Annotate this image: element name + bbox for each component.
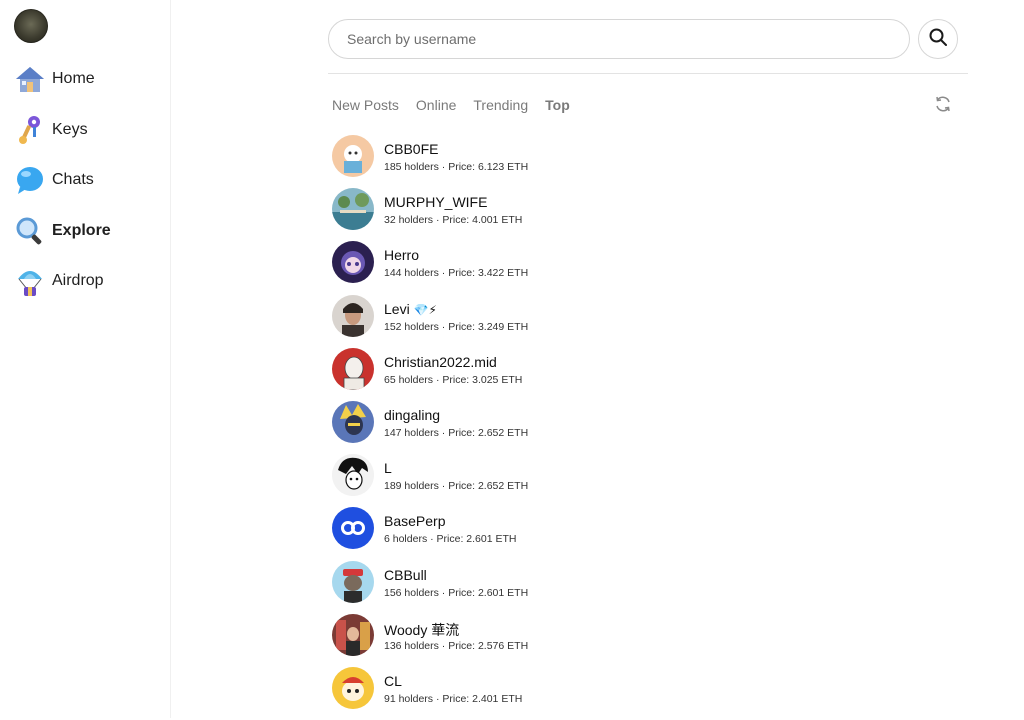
search-input[interactable] (328, 19, 910, 59)
username: CL (384, 672, 402, 689)
sidebar: Home Keys Chats Explore Airdrop (0, 0, 171, 718)
sidebar-item-airdrop[interactable]: Airdrop (14, 264, 111, 298)
sidebar-item-label: Chats (52, 171, 94, 188)
username: CBB0FE (384, 141, 439, 157)
avatar (332, 347, 374, 390)
username: Woody 華流 (384, 621, 460, 638)
sidebar-item-home[interactable]: Home (14, 62, 111, 96)
avatar (332, 188, 374, 231)
key-icon (14, 114, 46, 146)
sidebar-item-label: Keys (52, 120, 88, 138)
sidebar-item-label: Home (52, 70, 95, 87)
user-meta: 136 holders · Price: 2.576 ETH (384, 639, 529, 652)
avatar (332, 241, 374, 284)
parachute-icon (14, 265, 46, 297)
profile-avatar[interactable] (14, 9, 48, 43)
avatar (332, 613, 374, 656)
user-meta: 65 holders · Price: 3.025 ETH (384, 373, 523, 386)
sidebar-item-explore[interactable]: Explore (14, 214, 111, 248)
chat-bubble-icon (14, 164, 46, 196)
username: dingaling (384, 406, 441, 423)
tab-trending[interactable]: Trending (473, 97, 528, 113)
user-meta: 91 holders · Price: 2.401 ETH (384, 692, 523, 705)
refresh-icon (934, 96, 952, 117)
magnifier-icon (14, 215, 46, 247)
avatar (332, 135, 374, 177)
user-meta: 152 holders · Price: 3.249 ETH (384, 320, 529, 333)
house-icon (14, 63, 46, 95)
user-badge: 💎⚡ (413, 302, 437, 317)
sidebar-item-chats[interactable]: Chats (14, 163, 111, 197)
username: Christian2022.mid (384, 353, 497, 370)
user-meta: 144 holders · Price: 3.422 ETH (384, 267, 529, 280)
sidebar-item-label: Explore (52, 221, 111, 239)
username: BasePerp (384, 513, 446, 530)
user-meta: 185 holders · Price: 6.123 ETH (384, 161, 529, 173)
search-bar (328, 19, 910, 59)
sidebar-item-label: Airdrop (52, 272, 104, 289)
username: MURPHY_WIFE (384, 194, 488, 211)
avatar (332, 666, 374, 709)
user-meta: 156 holders · Price: 2.601 ETH (384, 586, 529, 599)
avatar (332, 454, 374, 497)
user-meta: 147 holders · Price: 2.652 ETH (384, 426, 529, 439)
username: Herro (384, 247, 420, 264)
avatar (332, 400, 374, 443)
refresh-button[interactable] (934, 95, 952, 113)
user-meta: 6 holders · Price: 2.601 ETH (384, 533, 517, 546)
sidebar-item-keys[interactable]: Keys (14, 113, 111, 147)
header-divider (328, 73, 968, 74)
avatar (332, 507, 374, 550)
user-meta: 32 holders · Price: 4.001 ETH (384, 214, 523, 227)
tab-online[interactable]: Online (416, 97, 456, 113)
tab-new-posts[interactable]: New Posts (332, 97, 399, 113)
search-button[interactable] (918, 19, 958, 59)
tab-top[interactable]: Top (545, 97, 570, 113)
search-icon (929, 28, 947, 51)
username: Levi 💎⚡ (384, 300, 437, 317)
sidebar-nav: Home Keys Chats Explore Airdrop (14, 62, 111, 315)
username: CBBull (384, 566, 427, 583)
username: L (384, 460, 392, 477)
avatar (332, 294, 374, 337)
user-meta: 189 holders · Price: 2.652 ETH (384, 480, 529, 493)
avatar (332, 560, 374, 603)
feed-tabs: New Posts Online Trending Top (332, 97, 587, 113)
